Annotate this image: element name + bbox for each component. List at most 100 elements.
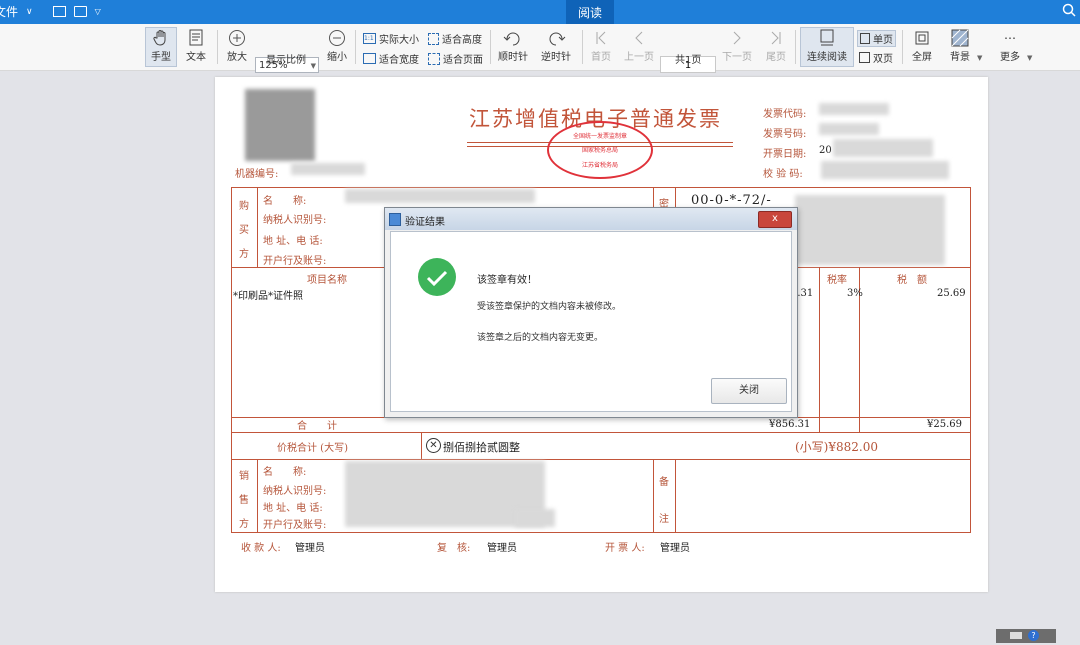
seller-side-char: 销 (239, 471, 249, 482)
buyer-bank-label: 开户行及账号: (263, 256, 327, 267)
issue-date-label: 开票日期: (763, 149, 807, 160)
dialog-heading: 该签章有效！ (477, 275, 537, 286)
first-page-button[interactable]: 首页 (589, 28, 613, 63)
fit-width-button[interactable]: 适合宽度 (363, 51, 419, 66)
rotate-ccw-icon (544, 28, 568, 48)
total-uppercase: 捌佰捌拾贰圆整 (443, 441, 520, 454)
buyer-side-char: 购 (239, 201, 249, 212)
issuer-value: 管理员 (660, 543, 690, 554)
machine-number-label: 机器编号: (235, 169, 279, 180)
seller-tax-id-label: 纳税人识别号: (263, 486, 327, 497)
chevron-down-icon[interactable]: ∨ (26, 7, 33, 17)
dialog-title-bar: 验证结果 x (385, 208, 797, 230)
zoom-in-icon (225, 28, 249, 48)
more-button[interactable]: ⋯ 更多 (998, 28, 1022, 63)
total-lowercase: (小写)¥882.00 (795, 440, 878, 454)
qr-code (245, 89, 315, 161)
rotate-counterclockwise-button[interactable]: 逆时针 (541, 28, 571, 63)
background-button[interactable]: 背景 (948, 28, 972, 63)
text-label: 文本 (186, 52, 206, 63)
zoom-in-label: 放大 (227, 52, 247, 63)
zoom-out-button[interactable]: 缩小 (325, 28, 349, 63)
seller-name-label: 名 称: (263, 467, 307, 478)
reviewer-label: 复 核: (437, 543, 471, 554)
more-icon: ⋯ (1004, 31, 1016, 45)
dialog-message-1: 受该签章保护的文档内容未被修改。 (477, 302, 622, 312)
zoom-out-icon (325, 28, 349, 48)
continuous-reading-button[interactable]: 连续阅读 (800, 27, 854, 67)
seller-bank-label: 开户行及账号: (263, 520, 327, 531)
background-icon (948, 28, 972, 48)
close-button[interactable]: 关闭 (711, 378, 787, 404)
hand-icon (149, 28, 173, 48)
remark-label: 备 (659, 477, 669, 488)
folder-icon[interactable] (52, 6, 66, 17)
dialog-close-icon[interactable]: x (758, 211, 792, 228)
double-page-icon (859, 52, 870, 63)
dropdown-icon[interactable]: ▽ (95, 7, 101, 16)
tax-rate-header: 税率 (827, 275, 847, 286)
background-dropdown-icon[interactable]: ▼ (977, 54, 982, 62)
last-page-button[interactable]: 尾页 (764, 28, 788, 63)
dialog-body: 该签章有效！ 受该签章保护的文档内容未被修改。 该签章之后的文档内容无变更。 关… (390, 231, 792, 412)
rotate-cw-icon (501, 28, 525, 48)
fit-page-label: 适合页面 (443, 55, 483, 66)
fit-page-button[interactable]: 适合页面 (428, 51, 483, 66)
single-page-label: 单页 (873, 35, 893, 46)
toolbar: 手型 文本 放大 125% ▼ 显示比例 缩小 1:1 实际大小 适合高度 适合宽… (0, 24, 1080, 73)
invoice-number-label: 发票号码: (763, 129, 807, 140)
buyer-tax-id-label: 纳税人识别号: (263, 215, 327, 226)
single-page-icon (860, 33, 870, 44)
issuer-label: 开 票 人: (605, 543, 645, 554)
display-ratio-label: 显示比例 (266, 55, 306, 66)
payee-label: 收 款 人: (241, 543, 281, 554)
help-icon[interactable]: ? (1028, 630, 1039, 641)
item-tax-rate: 3% (847, 288, 863, 299)
keyboard-icon[interactable] (1010, 632, 1022, 639)
single-page-button[interactable]: 单页 (857, 30, 896, 47)
fullscreen-button[interactable]: 全屏 (910, 28, 934, 63)
fit-width-label: 适合宽度 (379, 55, 419, 66)
chevron-right-icon (725, 28, 749, 48)
reviewer-value: 管理员 (487, 543, 517, 554)
print-icon[interactable] (73, 6, 87, 17)
next-page-button[interactable]: 下一页 (722, 28, 752, 63)
first-page-icon (589, 28, 613, 48)
item-name-header: 项目名称 (307, 275, 347, 286)
fit-width-icon (363, 53, 376, 64)
continuous-reading-icon (815, 28, 839, 48)
file-menu[interactable]: 文件 (0, 3, 18, 20)
cross-circle-icon: ✕ (426, 438, 441, 453)
subtotal-label: 合 计 (297, 421, 337, 432)
tab-read[interactable]: 阅读 (566, 0, 614, 24)
double-page-label: 双页 (873, 54, 893, 65)
payee-value: 管理员 (295, 543, 325, 554)
zoom-in-button[interactable]: 放大 (225, 28, 249, 63)
background-label: 背景 (950, 52, 970, 63)
next-page-label: 下一页 (722, 52, 752, 63)
zoom-out-label: 缩小 (327, 52, 347, 63)
buyer-address-label: 地 址、电 话: (263, 236, 323, 247)
seller-side-char: 方 (239, 519, 249, 530)
total-pages-label: 共1页 (675, 55, 702, 66)
more-dropdown-icon[interactable]: ▼ (1027, 54, 1032, 62)
system-tray: ? (996, 629, 1056, 643)
seller-address-label: 地 址、电 话: (263, 503, 323, 514)
dialog-message-2: 该签章之后的文档内容无变更。 (477, 333, 604, 343)
fit-height-button[interactable]: 适合高度 (428, 31, 482, 46)
text-tool-button[interactable]: 文本 (184, 28, 208, 63)
prev-page-button[interactable]: 上一页 (624, 28, 654, 63)
rotate-clockwise-button[interactable]: 顺时针 (498, 28, 528, 63)
actual-size-button[interactable]: 1:1 实际大小 (363, 31, 419, 46)
search-icon[interactable] (1062, 3, 1076, 20)
check-circle-icon (418, 258, 456, 296)
hand-label: 手型 (151, 52, 171, 63)
double-page-button[interactable]: 双页 (859, 50, 893, 65)
prev-page-label: 上一页 (624, 52, 654, 63)
buyer-side-char: 方 (239, 249, 249, 260)
first-page-label: 首页 (591, 52, 611, 63)
buyer-name-label: 名 称: (263, 196, 307, 207)
verification-dialog: 验证结果 x 该签章有效！ 受该签章保护的文档内容未被修改。 该签章之后的文档内… (384, 207, 798, 418)
rotate-cw-label: 顺时针 (498, 52, 528, 63)
hand-tool-button[interactable]: 手型 (145, 27, 177, 67)
